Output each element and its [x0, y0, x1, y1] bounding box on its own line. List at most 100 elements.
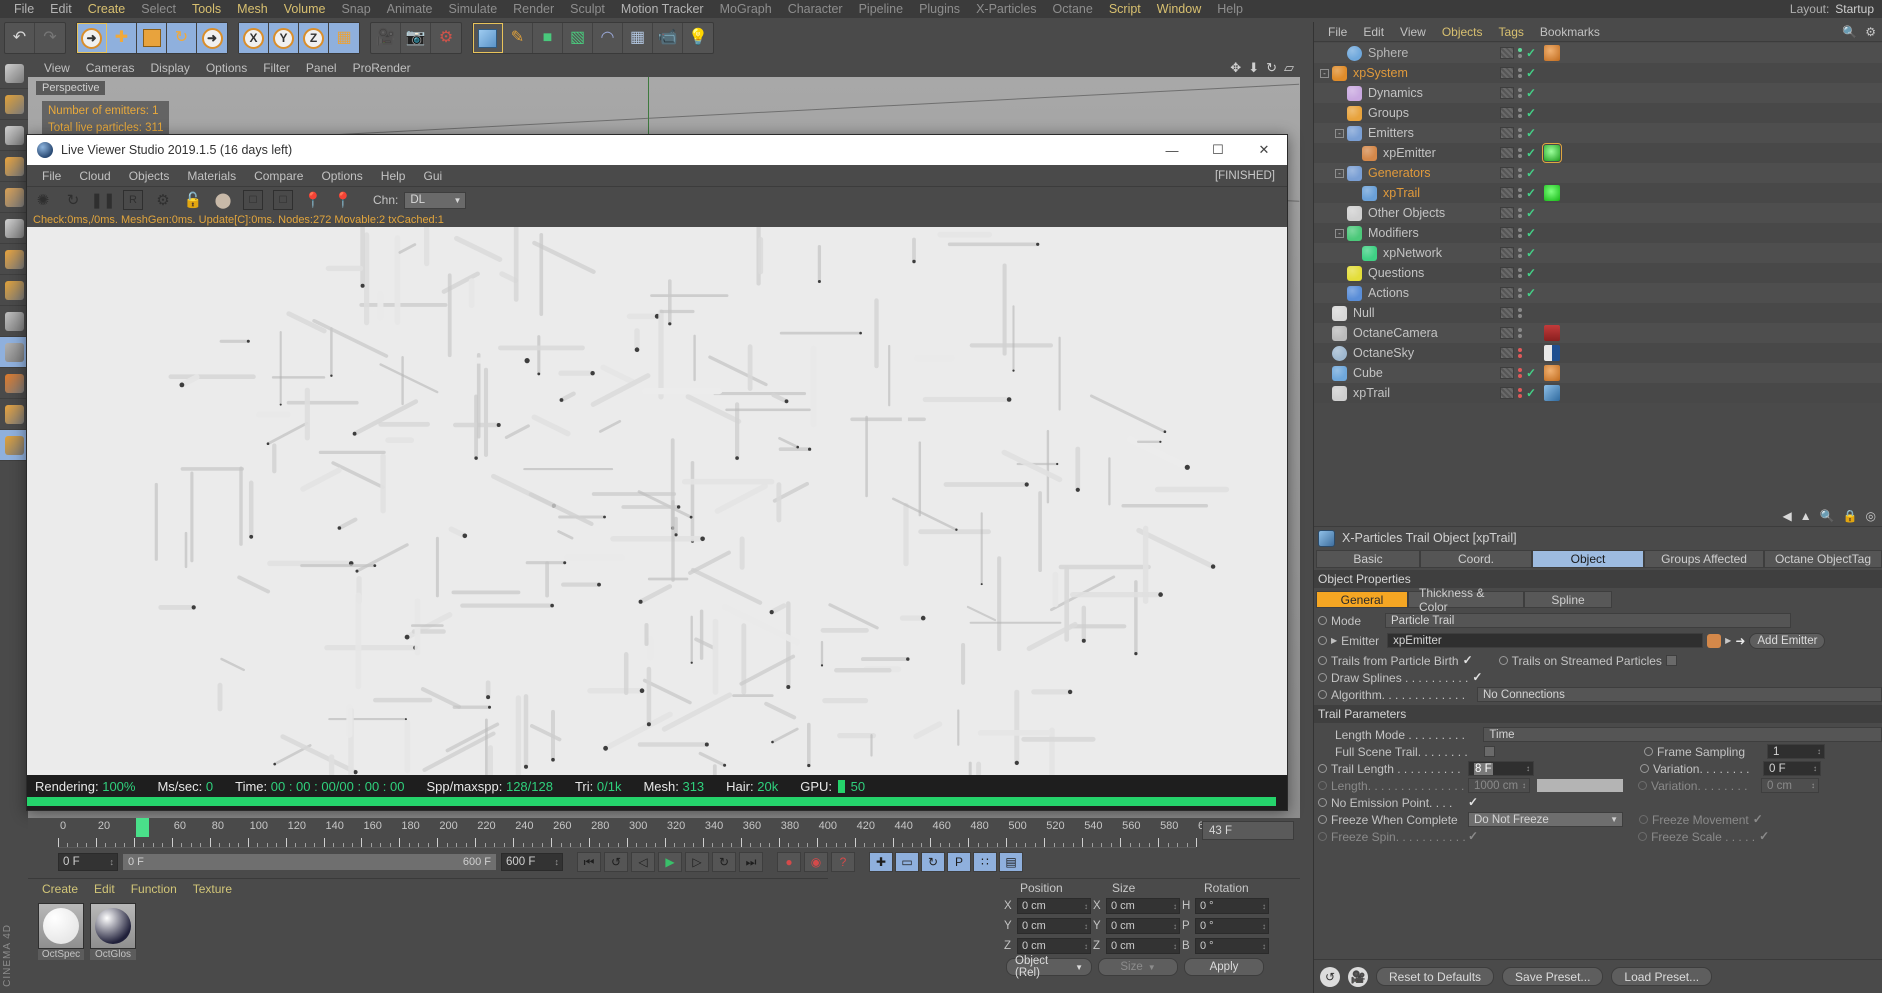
visibility-dot[interactable]	[1518, 74, 1522, 78]
trails-streamed-bullet-icon[interactable]	[1498, 656, 1508, 665]
visibility-dots[interactable]	[1518, 68, 1522, 78]
visibility-toggle[interactable]	[1500, 267, 1514, 279]
point-mode-button[interactable]	[0, 182, 28, 213]
visibility-toggle[interactable]	[1500, 47, 1514, 59]
visibility-dots[interactable]	[1518, 288, 1522, 298]
region-render-icon[interactable]: R	[123, 190, 143, 210]
object-tree-row[interactable]: - Generators ✓	[1314, 163, 1882, 183]
menu-window[interactable]: Window	[1149, 0, 1209, 18]
lock-z-axis-button[interactable]: Z	[299, 23, 329, 53]
object-tree-row[interactable]: Questions ✓	[1314, 263, 1882, 283]
timeline-scroll-range[interactable]: 0 F 600 F	[122, 853, 497, 871]
visibility-dot[interactable]	[1518, 48, 1522, 52]
freeze-when-complete-dropdown[interactable]: Do Not Freeze ▼	[1468, 812, 1623, 827]
spinner-icon[interactable]: ↕	[1173, 942, 1177, 951]
variation-frames-bullet-icon[interactable]	[1640, 764, 1649, 773]
menu-edit[interactable]: Edit	[42, 0, 80, 18]
visibility-toggle[interactable]	[1500, 127, 1514, 139]
visibility-toggle[interactable]	[1500, 187, 1514, 199]
visibility-dot[interactable]	[1518, 328, 1522, 332]
om-menu-file[interactable]: File	[1320, 25, 1355, 39]
viewport-menu-view[interactable]: View	[36, 61, 78, 75]
spinner-icon[interactable]: ↕	[1813, 764, 1817, 773]
visibility-dot[interactable]	[1518, 248, 1522, 252]
enabled-checkmark[interactable]: ✓	[1526, 126, 1536, 140]
visibility-dot[interactable]	[1518, 68, 1522, 72]
om-menu-edit[interactable]: Edit	[1355, 25, 1392, 39]
object-tree-row[interactable]: Groups ✓	[1314, 103, 1882, 123]
menu-motion-tracker[interactable]: Motion Tracker	[613, 0, 712, 18]
visibility-dot[interactable]	[1518, 268, 1522, 272]
polygon-mode-button[interactable]	[0, 244, 28, 275]
trail-length-bullet-icon[interactable]	[1318, 764, 1327, 773]
object-tree-row[interactable]: xpTrail ✓	[1314, 183, 1882, 203]
menu-octane[interactable]: Octane	[1045, 0, 1101, 18]
pause-icon[interactable]: ❚❚	[90, 190, 115, 210]
visibility-dots[interactable]	[1518, 168, 1522, 178]
play-backwards-button[interactable]: ↺	[604, 852, 628, 872]
trails-birth-bullet-icon[interactable]	[1318, 656, 1327, 665]
add-deformer-button[interactable]: ◠	[593, 23, 623, 53]
add-light-button[interactable]: 💡	[683, 23, 713, 53]
material-menu-create[interactable]: Create	[34, 882, 86, 896]
octane-light-green-icon[interactable]	[1544, 185, 1560, 201]
save-preset-button[interactable]: Save Preset...	[1502, 967, 1604, 986]
object-subtab-thickness-color[interactable]: Thickness & Color	[1408, 586, 1524, 614]
enable-snap-button[interactable]	[0, 306, 28, 337]
frame-sampling-field[interactable]: 1 ↕	[1767, 744, 1825, 759]
visibility-toggle[interactable]	[1500, 207, 1514, 219]
menu-animate[interactable]: Animate	[379, 0, 441, 18]
lock-icon[interactable]: 🔓	[183, 190, 203, 210]
focus-picker-icon[interactable]: 📍	[303, 190, 323, 210]
visibility-dots[interactable]	[1518, 348, 1522, 358]
attribute-tab-coord-[interactable]: Coord.	[1420, 550, 1532, 568]
freeze-when-complete-bullet-icon[interactable]	[1318, 815, 1327, 824]
refresh-icon[interactable]: ↻	[63, 190, 83, 210]
lock-icon[interactable]: 🔒	[1843, 509, 1858, 523]
size-field[interactable]: 0 cm ↕	[1106, 918, 1180, 934]
menu-tools[interactable]: Tools	[184, 0, 229, 18]
menu-select[interactable]: Select	[133, 0, 184, 18]
world-object-coord-button[interactable]: ▦	[329, 23, 359, 53]
close-icon[interactable]: ✕	[1241, 135, 1287, 165]
visibility-dot[interactable]	[1518, 148, 1522, 152]
rotation-field[interactable]: 0 ° ↕	[1195, 918, 1269, 934]
spinner-icon[interactable]: ↕	[1262, 942, 1266, 951]
material-preview-icon[interactable]: ⬤	[213, 190, 233, 210]
enabled-checkmark[interactable]: ✓	[1526, 186, 1536, 200]
trail-length-field[interactable]: 8 F ↕	[1468, 761, 1534, 776]
visibility-dot[interactable]	[1518, 88, 1522, 92]
lv-menu-help[interactable]: Help	[372, 169, 415, 183]
length-mode-dropdown[interactable]: Time	[1483, 727, 1882, 742]
spinner-icon[interactable]: ↕	[555, 857, 560, 867]
visibility-dot[interactable]	[1518, 368, 1522, 372]
lv-menu-gui[interactable]: Gui	[414, 169, 451, 183]
draw-splines-checkbox[interactable]: ✓	[1472, 671, 1482, 683]
add-scene-button[interactable]: ▦	[623, 23, 653, 53]
spinner-icon[interactable]: ↕	[1084, 922, 1088, 931]
texture-mode-button[interactable]	[0, 151, 28, 182]
spinner-icon[interactable]: ↕	[1817, 747, 1821, 756]
enabled-checkmark[interactable]: ✓	[1526, 46, 1536, 60]
attribute-tab-groups-affected[interactable]: Groups Affected	[1644, 550, 1764, 568]
autokeying-button[interactable]: ◉	[804, 852, 828, 872]
visibility-dots[interactable]	[1518, 388, 1522, 398]
add-camera-button[interactable]: 📹	[653, 23, 683, 53]
object-tree-row[interactable]: OctaneCamera	[1314, 323, 1882, 343]
render-view-button[interactable]: 🎥	[371, 23, 401, 53]
visibility-dots[interactable]	[1518, 48, 1522, 58]
lv-menu-options[interactable]: Options	[312, 169, 371, 183]
visibility-dot[interactable]	[1518, 114, 1522, 118]
visibility-dots[interactable]	[1518, 188, 1522, 198]
spinner-icon[interactable]: ↕	[1084, 902, 1088, 911]
visibility-toggle[interactable]	[1500, 287, 1514, 299]
settings-icon[interactable]: ⚙	[153, 190, 173, 210]
add-cube-button[interactable]	[473, 23, 503, 53]
lv-menu-cloud[interactable]: Cloud	[70, 169, 119, 183]
menu-create[interactable]: Create	[80, 0, 134, 18]
add-generator-button[interactable]: ■	[533, 23, 563, 53]
texture-axis-button[interactable]	[0, 58, 28, 89]
live-viewer-window[interactable]: Live Viewer Studio 2019.1.5 (16 days lef…	[26, 134, 1288, 811]
lv-menu-file[interactable]: File	[33, 169, 70, 183]
go-to-end-button[interactable]: ⏭	[739, 852, 763, 872]
